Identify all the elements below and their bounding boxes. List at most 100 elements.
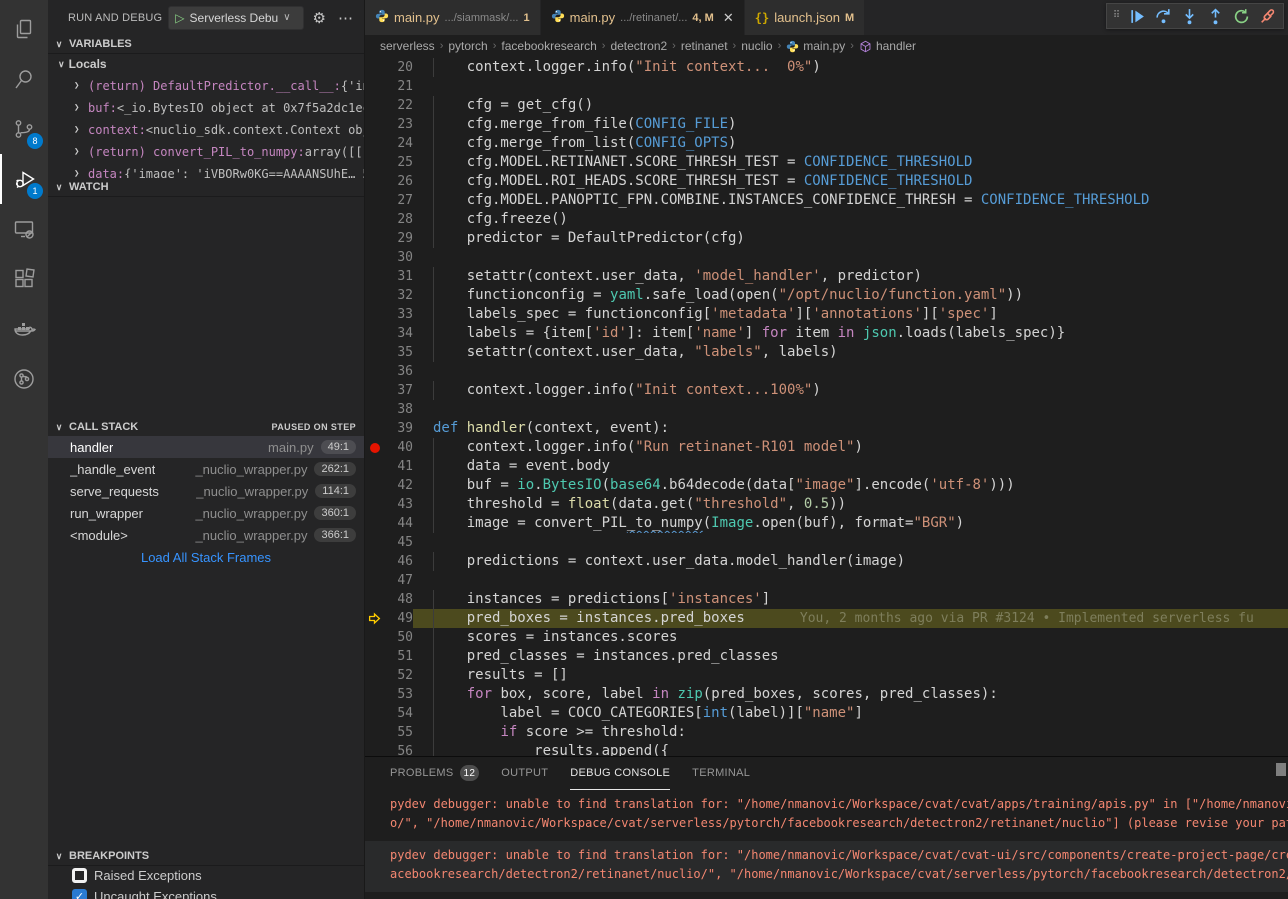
- load-all-stack-frames-link[interactable]: Load All Stack Frames: [48, 546, 364, 568]
- step-into-icon[interactable]: [1177, 5, 1201, 27]
- line-number[interactable]: 43: [385, 495, 413, 514]
- breakpoint-row[interactable]: Raised Exceptions: [48, 865, 364, 886]
- chevron-right-icon[interactable]: ❯: [74, 169, 88, 178]
- breakpoint-gutter[interactable]: [365, 191, 385, 210]
- gear-icon[interactable]: ⚙: [310, 9, 329, 27]
- tab-launch.json[interactable]: {}launch.jsonM: [745, 0, 865, 35]
- line-number[interactable]: 39: [385, 419, 413, 438]
- breakpoint-gutter[interactable]: [365, 96, 385, 115]
- chevron-right-icon[interactable]: ❯: [74, 147, 88, 157]
- line-number[interactable]: 44: [385, 514, 413, 533]
- tab-main.py[interactable]: main.py.../siammask/...1: [365, 0, 541, 35]
- breakpoint-gutter[interactable]: [365, 400, 385, 419]
- line-number[interactable]: 25: [385, 153, 413, 172]
- search-icon[interactable]: [0, 54, 48, 104]
- breakpoint-gutter[interactable]: [365, 362, 385, 381]
- line-number[interactable]: 38: [385, 400, 413, 419]
- breakpoint-gutter[interactable]: [365, 77, 385, 96]
- breakpoint-gutter[interactable]: [365, 58, 385, 77]
- breadcrumb-item-pytorch[interactable]: pytorch: [448, 39, 487, 53]
- run-and-debug-icon[interactable]: 1: [0, 154, 48, 204]
- code-line[interactable]: 26 cfg.MODEL.ROI_HEADS.SCORE_THRESH_TEST…: [365, 172, 1288, 191]
- breakpoint-gutter[interactable]: [365, 476, 385, 495]
- step-out-icon[interactable]: [1203, 5, 1227, 27]
- breakpoint-gutter[interactable]: [365, 590, 385, 609]
- code-line[interactable]: 21: [365, 77, 1288, 96]
- toolbar-drag-handle[interactable]: ⠿: [1111, 12, 1123, 20]
- code-line[interactable]: 27 cfg.MODEL.PANOPTIC_FPN.COMBINE.INSTAN…: [365, 191, 1288, 210]
- code-line[interactable]: 51 pred_classes = instances.pred_classes: [365, 647, 1288, 666]
- code-line[interactable]: 23 cfg.merge_from_file(CONFIG_FILE): [365, 115, 1288, 134]
- line-number[interactable]: 26: [385, 172, 413, 191]
- line-number[interactable]: 49: [385, 609, 413, 628]
- code-line[interactable]: 35 setattr(context.user_data, "labels", …: [365, 343, 1288, 362]
- code-line[interactable]: 47: [365, 571, 1288, 590]
- checkbox-unchecked-icon[interactable]: [72, 868, 87, 883]
- breadcrumb-item-detectron2[interactable]: detectron2: [610, 39, 667, 53]
- breakpoint-gutter[interactable]: [365, 229, 385, 248]
- code-line[interactable]: 24 cfg.merge_from_list(CONFIG_OPTS): [365, 134, 1288, 153]
- breakpoint-gutter[interactable]: [365, 419, 385, 438]
- line-number[interactable]: 29: [385, 229, 413, 248]
- variable-row[interactable]: ❯(return) DefaultPredictor.__call__: {'i…: [48, 75, 364, 97]
- breakpoint-gutter[interactable]: [365, 248, 385, 267]
- git-graph-icon[interactable]: [0, 354, 48, 404]
- line-number[interactable]: 27: [385, 191, 413, 210]
- code-line[interactable]: 56 results.append({: [365, 742, 1288, 756]
- watch-header[interactable]: ∨ WATCH: [48, 178, 364, 196]
- code-line[interactable]: 42 buf = io.BytesIO(base64.b64decode(dat…: [365, 476, 1288, 495]
- code-line[interactable]: 44 image = convert_PIL_to_numpy(Image.op…: [365, 514, 1288, 533]
- breakpoint-row[interactable]: ✓Uncaught Exceptions: [48, 886, 364, 899]
- breakpoint-gutter[interactable]: [365, 381, 385, 400]
- code-line[interactable]: 20 context.logger.info("Init context... …: [365, 58, 1288, 77]
- code-line[interactable]: 39def handler(context, event):: [365, 419, 1288, 438]
- remote-explorer-icon[interactable]: [0, 204, 48, 254]
- breakpoint-gutter[interactable]: [365, 153, 385, 172]
- checkbox-checked-icon[interactable]: ✓: [72, 889, 87, 899]
- breakpoint-gutter[interactable]: [365, 172, 385, 191]
- panel-scrollbar[interactable]: [1276, 763, 1286, 776]
- code-line[interactable]: 33 labels_spec = functionconfig['metadat…: [365, 305, 1288, 324]
- source-control-icon[interactable]: 8: [0, 104, 48, 154]
- variables-header[interactable]: ∨ VARIABLES: [48, 35, 364, 53]
- code-line[interactable]: 38: [365, 400, 1288, 419]
- chevron-right-icon[interactable]: ❯: [74, 125, 88, 135]
- breakpoint-gutter[interactable]: [365, 742, 385, 756]
- code-line[interactable]: 36: [365, 362, 1288, 381]
- explorer-icon[interactable]: [0, 4, 48, 54]
- code-line[interactable]: 40 context.logger.info("Run retinanet-R1…: [365, 438, 1288, 457]
- extensions-icon[interactable]: [0, 254, 48, 304]
- breakpoint-gutter[interactable]: [365, 666, 385, 685]
- breakpoint-gutter[interactable]: [365, 343, 385, 362]
- line-number[interactable]: 31: [385, 267, 413, 286]
- breakpoint-gutter[interactable]: [365, 210, 385, 229]
- stack-frame-row[interactable]: handlermain.py49:1: [48, 436, 364, 458]
- line-number[interactable]: 45: [385, 533, 413, 552]
- code-line[interactable]: 41 data = event.body: [365, 457, 1288, 476]
- stack-frame-row[interactable]: _handle_event_nuclio_wrapper.py262:1: [48, 458, 364, 480]
- variable-row[interactable]: ❯context: <nuclio_sdk.context.Context ob…: [48, 119, 364, 141]
- line-number[interactable]: 36: [385, 362, 413, 381]
- code-line[interactable]: 54 label = COCO_CATEGORIES[int(label)]["…: [365, 704, 1288, 723]
- line-number[interactable]: 54: [385, 704, 413, 723]
- variable-row[interactable]: ❯buf: <_io.BytesIO object at 0x7f5a2dc1e…: [48, 97, 364, 119]
- line-number[interactable]: 47: [385, 571, 413, 590]
- breakpoints-header[interactable]: ∨ BREAKPOINTS: [48, 847, 364, 865]
- panel-tab-output[interactable]: OUTPUT: [501, 757, 548, 790]
- line-number[interactable]: 50: [385, 628, 413, 647]
- code-line[interactable]: 46 predictions = context.user_data.model…: [365, 552, 1288, 571]
- code-line[interactable]: 22 cfg = get_cfg(): [365, 96, 1288, 115]
- breadcrumb-item-retinanet[interactable]: retinanet: [681, 39, 728, 53]
- line-number[interactable]: 33: [385, 305, 413, 324]
- debug-console-output[interactable]: pydev debugger: unable to find translati…: [365, 790, 1288, 899]
- line-number[interactable]: 46: [385, 552, 413, 571]
- code-line[interactable]: 52 results = []: [365, 666, 1288, 685]
- line-number[interactable]: 35: [385, 343, 413, 362]
- breakpoint-gutter[interactable]: [365, 552, 385, 571]
- line-number[interactable]: 51: [385, 647, 413, 666]
- code-line[interactable]: 43 threshold = float(data.get("threshold…: [365, 495, 1288, 514]
- line-number[interactable]: 37: [385, 381, 413, 400]
- console-message-block[interactable]: pydev debugger: unable to find translati…: [365, 841, 1288, 892]
- line-number[interactable]: 32: [385, 286, 413, 305]
- locals-scope[interactable]: ∨ Locals: [48, 53, 364, 75]
